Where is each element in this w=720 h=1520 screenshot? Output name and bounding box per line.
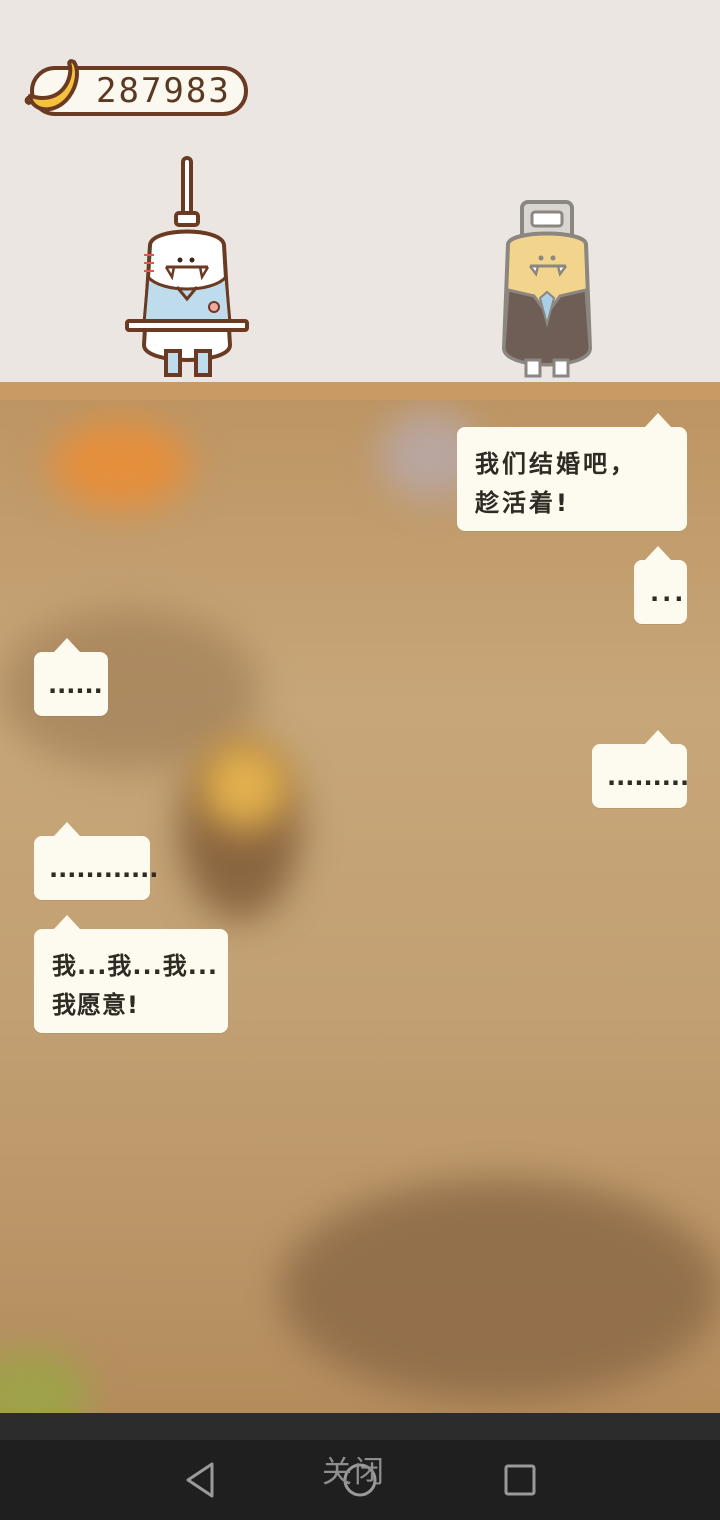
close-label[interactable]: 关闭 (322, 1447, 386, 1491)
dialogue-text: ...... (48, 671, 103, 699)
blurred-shape (50, 420, 190, 510)
dialogue-bubble: 我...我...我... 我愿意! (34, 915, 228, 1033)
blurred-shape (280, 1180, 720, 1400)
dialogue-bubble: ... (634, 546, 687, 624)
robot-suit-character[interactable] (494, 198, 600, 380)
back-triangle-icon[interactable] (182, 1460, 218, 1500)
dialogue-text: 我们结婚吧， 趁活着! (475, 450, 637, 517)
stage-top (0, 0, 720, 382)
blurred-shape (200, 740, 290, 830)
blurred-background (0, 400, 720, 1413)
dialogue-text: ......... (607, 763, 690, 791)
dialogue-bubble: ...... (34, 638, 108, 716)
stage-shelf (0, 382, 720, 400)
recents-square-icon[interactable] (502, 1462, 538, 1498)
banana-icon (24, 59, 79, 112)
dialogue-bubble: 我们结婚吧， 趁活着! (457, 413, 687, 531)
syringe-character[interactable] (122, 155, 252, 380)
dialogue-text: 我...我...我... 我愿意! (52, 952, 219, 1019)
banana-count: 287983 (96, 71, 231, 111)
blurred-shape (0, 1350, 90, 1413)
dialogue-bubble: ......... (592, 730, 690, 808)
dialogue-text: ............ (49, 855, 159, 883)
dialogue-bubble: ............ (34, 822, 159, 900)
dialogue-text: ... (650, 579, 687, 607)
nav-strip (0, 1413, 720, 1440)
